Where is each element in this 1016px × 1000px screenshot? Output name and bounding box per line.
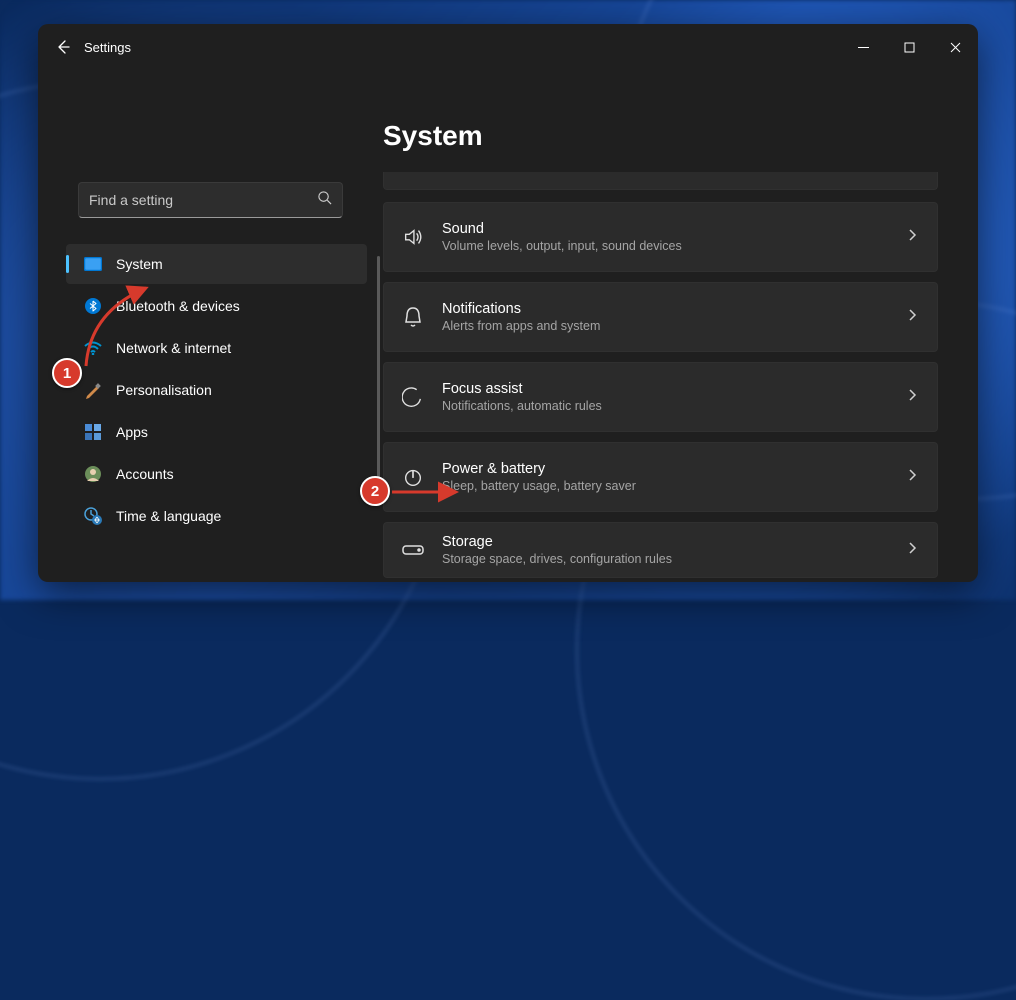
item-subtitle: Volume levels, output, input, sound devi… [442,239,887,253]
minimize-button[interactable] [840,24,886,70]
sidebar-item-accounts[interactable]: Accounts [66,454,367,494]
item-title: Power & battery [442,461,887,477]
list-card-partial-top[interactable] [383,172,938,190]
main-content: System Sound Volume levels, output, inpu… [383,70,978,582]
search-icon [317,190,332,210]
sidebar-scrollbar[interactable] [377,256,380,506]
sidebar-item-label: Bluetooth & devices [116,298,240,314]
storage-icon [402,539,424,561]
sidebar-item-apps[interactable]: Apps [66,412,367,452]
power-icon [402,466,424,488]
wifi-icon [84,339,102,357]
sidebar-item-personalisation[interactable]: Personalisation [66,370,367,410]
sidebar-item-label: System [116,256,163,272]
chevron-right-icon [905,468,919,487]
chevron-right-icon [905,308,919,327]
item-title: Focus assist [442,381,887,397]
back-arrow-icon [55,39,71,55]
app-title: Settings [84,40,131,55]
sidebar-item-bluetooth[interactable]: Bluetooth & devices [66,286,367,326]
annotation-badge-1-text: 1 [63,365,71,382]
annotation-badge-2-text: 2 [371,483,379,500]
time-language-icon [84,507,102,525]
settings-item-power-battery[interactable]: Power & battery Sleep, battery usage, ba… [383,442,938,512]
close-icon [950,42,961,53]
titlebar: Settings [38,24,978,70]
search-input[interactable] [89,192,317,208]
sidebar-item-label: Network & internet [116,340,231,356]
item-subtitle: Notifications, automatic rules [442,399,887,413]
item-subtitle: Storage space, drives, configuration rul… [442,552,887,566]
bluetooth-icon [84,297,102,315]
sidebar-item-label: Personalisation [116,382,212,398]
close-button[interactable] [932,24,978,70]
window-controls [840,24,978,70]
settings-window: Settings [38,24,978,582]
settings-list: Sound Volume levels, output, input, soun… [383,172,938,582]
page-title: System [383,120,938,152]
item-subtitle: Alerts from apps and system [442,319,887,333]
settings-item-focus-assist[interactable]: Focus assist Notifications, automatic ru… [383,362,938,432]
item-title: Sound [442,221,887,237]
settings-item-sound[interactable]: Sound Volume levels, output, input, soun… [383,202,938,272]
item-title: Storage [442,534,887,550]
sidebar-item-time-language[interactable]: Time & language [66,496,367,536]
notifications-icon [402,306,424,328]
focus-assist-icon [402,386,424,408]
back-button[interactable] [48,32,78,62]
sidebar-item-system[interactable]: System [66,244,367,284]
settings-item-notifications[interactable]: Notifications Alerts from apps and syste… [383,282,938,352]
annotation-badge-2: 2 [360,476,390,506]
personalisation-icon [84,381,102,399]
sidebar-item-label: Time & language [116,508,221,524]
chevron-right-icon [905,388,919,407]
annotation-badge-1: 1 [52,358,82,388]
chevron-right-icon [905,541,919,560]
sidebar-item-label: Apps [116,424,148,440]
apps-icon [84,423,102,441]
sidebar-item-label: Accounts [116,466,174,482]
sound-icon [402,226,424,248]
settings-item-storage[interactable]: Storage Storage space, drives, configura… [383,522,938,578]
sidebar: System Bluetooth & devices N [38,70,383,582]
system-icon [84,255,102,273]
item-subtitle: Sleep, battery usage, battery saver [442,479,887,493]
maximize-button[interactable] [886,24,932,70]
item-title: Notifications [442,301,887,317]
minimize-icon [858,42,869,53]
accounts-icon [84,465,102,483]
sidebar-item-network[interactable]: Network & internet [66,328,367,368]
nav: System Bluetooth & devices N [38,244,383,582]
chevron-right-icon [905,228,919,247]
maximize-icon [904,42,915,53]
search-box[interactable] [78,182,343,218]
